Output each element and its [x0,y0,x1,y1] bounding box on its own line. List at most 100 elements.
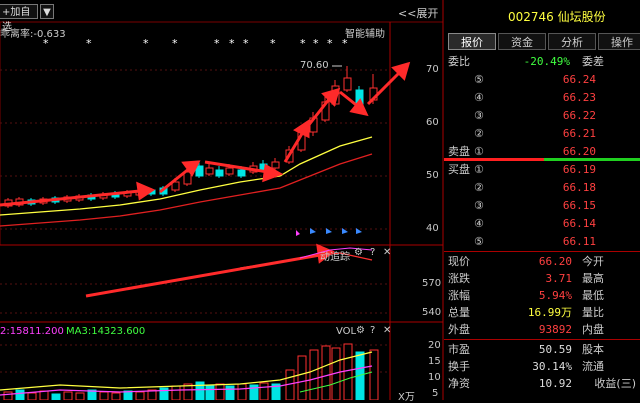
candlestick-series [4,66,378,208]
vol-axis-tick: 10 [428,372,441,383]
mid-axis-tick: 540 [422,307,442,318]
level-num: ④ [474,217,484,230]
svg-text:*: * [214,37,220,50]
stat-row: 现价 66.20 今开 [444,253,640,270]
stat-key2: 最低 [582,289,604,302]
signal-stars: * * * * * * * * * * * * [43,37,348,50]
section-divider [444,339,640,340]
candle-body [215,169,224,177]
level-num: ④ [474,91,484,104]
buy-level[interactable]: ⑤ 66.11 [444,233,640,250]
sell-level[interactable]: ② 66.21 [444,125,640,142]
stat-key2: 流通 [582,360,604,373]
assist-label[interactable]: 智能辅助 [345,25,385,40]
level-price: 66.19 [562,163,596,176]
tab-operation[interactable]: 操作 [598,33,640,50]
stat-key: 涨幅 [448,289,470,302]
level-num: ③ [474,199,484,212]
candle-body [205,167,214,175]
buy-label: 买盘 [448,163,470,176]
y-axis-tick: 70 [426,64,439,75]
volume-bar [343,343,353,400]
svg-text:*: * [172,37,178,50]
volume-bar [321,345,331,400]
close-icon[interactable]: ✕ [383,247,391,258]
volume-bar [159,387,169,400]
stat-key2: 量比 [582,306,604,319]
svg-text:*: * [313,37,319,50]
volume-bar [309,349,319,400]
vol-ma2-label: 2:15811.200 [0,326,64,337]
sell-level[interactable]: ③ 66.22 [444,107,640,124]
candle-body [237,169,246,177]
volume-bar [27,392,37,400]
gear-icon[interactable]: ⚙ [356,325,365,336]
level-num: ⑤ [474,235,484,248]
y-axis-tick: 50 [426,170,439,181]
quote-tabs: 报价 资金 分析 操作 [444,33,640,51]
stat-value: 50.59 [538,343,572,356]
stat-row: 市盈 50.59 股本 [444,341,640,358]
svg-text:*: * [270,37,276,50]
weibi-label: 委比 [448,55,470,68]
dropdown-arrow-icon[interactable]: ▼ [40,4,54,19]
help-icon[interactable]: ? [370,325,375,336]
stat-key2: 内盘 [582,323,604,336]
stat-value: 16.99万 [527,306,572,319]
volume-bar [3,391,13,400]
vol-label: VOL [336,326,357,337]
price-marker: 70.60 [300,60,329,71]
tab-funds[interactable]: 资金 [498,33,546,50]
sell-level[interactable]: ⑤ 66.24 [444,71,640,88]
svg-text:*: * [86,37,92,50]
expand-button[interactable]: <<展开 [398,5,438,21]
vol-ma3-label: MA3:14323.600 [66,326,146,337]
candle-body [225,167,234,175]
candle-body [343,77,352,91]
weibi-value: -20.49% [523,55,570,68]
svg-text:*: * [229,37,235,50]
stat-key: 外盘 [448,323,470,336]
stat-value: 66.20 [538,255,572,268]
volume-bar [259,382,269,400]
vol-unit: X万 [398,392,415,403]
weibi-row: 委比 -20.49% 委差 [444,53,640,70]
volume-bar [135,391,145,400]
level-price: 66.14 [562,217,596,230]
buy-level[interactable]: ④ 66.14 [444,215,640,232]
level-num: ① [474,163,484,176]
watchlist-dropdown[interactable]: +加自选 [0,4,38,33]
buy-level[interactable]: 买盘 ① 66.19 [444,161,640,178]
section-divider [444,251,640,252]
svg-text:*: * [243,37,249,50]
stat-value: 5.94% [538,289,572,302]
sell-level[interactable]: ④ 66.23 [444,89,640,106]
stat-row: 涨幅 5.94% 最低 [444,287,640,304]
stat-key: 市盈 [448,343,470,356]
level-price: 66.21 [562,127,596,140]
stat-value: 93892 [538,323,572,336]
stat-row: 净资 10.92 收益(三) [444,375,640,392]
vol-axis-tick: 15 [428,356,441,367]
level-num: ⑤ [474,73,484,86]
tab-analysis[interactable]: 分析 [548,33,596,50]
kline-chart[interactable]: * * * * * * * * * * * * [0,0,444,400]
stat-row: 外盘 93892 内盘 [444,321,640,338]
stat-key2: 收益(三) [594,377,636,390]
stat-key: 现价 [448,255,470,268]
help-icon[interactable]: ? [370,247,375,258]
tab-quote[interactable]: 报价 [448,33,496,50]
buy-level[interactable]: ③ 66.15 [444,197,640,214]
volume-bar [369,349,379,400]
volume-bar [75,392,85,400]
level-num: ② [474,181,484,194]
stat-row: 换手 30.14% 流通 [444,358,640,375]
vol-axis-tick: 20 [428,340,441,351]
volume-bar [215,383,225,400]
stat-row: 涨跌 3.71 最高 [444,270,640,287]
volume-bar [51,393,61,400]
buy-level[interactable]: ② 66.18 [444,179,640,196]
gear-icon[interactable]: ⚙ [354,247,363,258]
volume-bar [225,385,235,400]
close-icon[interactable]: ✕ [383,325,391,336]
